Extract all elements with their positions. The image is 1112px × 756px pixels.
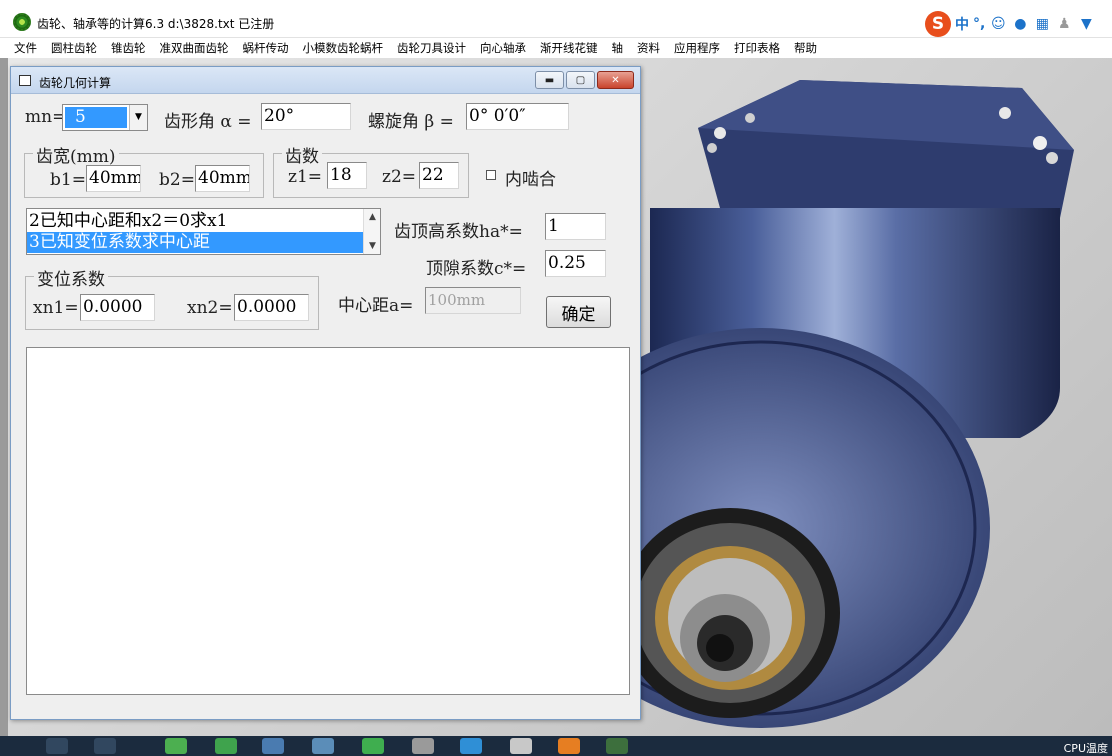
maximize-button[interactable]: ▢ bbox=[566, 71, 595, 89]
menu-item-data[interactable]: 资料 bbox=[637, 40, 660, 56]
app-titlebar: 齿轮、轴承等的计算6.3 d:\3828.txt 已注册 S 中 °, ☺ ● … bbox=[0, 0, 1112, 38]
shirt-icon[interactable]: ▼ bbox=[1077, 15, 1095, 33]
menu-item-help[interactable]: 帮助 bbox=[794, 40, 817, 56]
menu-item-shaft[interactable]: 轴 bbox=[612, 40, 624, 56]
menu-item-involute-spline[interactable]: 渐开线花键 bbox=[540, 40, 598, 56]
search-icon[interactable] bbox=[46, 738, 68, 754]
taskbar-app-icon[interactable] bbox=[362, 738, 384, 754]
menu-item-spur-gear[interactable]: 圆柱齿轮 bbox=[51, 40, 97, 56]
b2-field[interactable]: 40mm bbox=[195, 165, 250, 192]
ime-mode-toggle[interactable]: 中 bbox=[955, 14, 969, 34]
ime-toolbar[interactable]: S 中 °, ☺ ● ▦ ♟ ▼ bbox=[925, 10, 1095, 38]
dialog-title: 齿轮几何计算 bbox=[39, 76, 112, 90]
helix-angle-field[interactable]: 0° 0′0″ bbox=[466, 103, 569, 130]
ime-punct-toggle[interactable]: °, bbox=[973, 16, 985, 32]
z2-label: z2= bbox=[382, 167, 417, 187]
internal-mesh-label[interactable]: 内啮合 bbox=[505, 165, 556, 190]
helix-angle-label: 螺旋角 β = bbox=[368, 112, 454, 132]
list-scrollbar[interactable]: ▲ ▼ bbox=[363, 209, 380, 254]
face-width-group-title: 齿宽(mm) bbox=[33, 142, 119, 167]
window-icon bbox=[19, 75, 31, 86]
task-view-icon[interactable] bbox=[94, 738, 116, 754]
cpu-temperature-label: CPU温度 bbox=[1063, 742, 1108, 755]
taskbar-app-icon[interactable] bbox=[510, 738, 532, 754]
dialog-titlebar[interactable]: 齿轮几何计算 ▬ ▢ ✕ bbox=[11, 67, 640, 94]
gear-geometry-dialog: 齿轮几何计算 ▬ ▢ ✕ mn= 5 ▼ 齿形角 α = 20° 螺旋角 β =… bbox=[10, 66, 641, 720]
user-icon[interactable]: ♟ bbox=[1055, 15, 1073, 33]
menu-item-applications[interactable]: 应用程序 bbox=[674, 40, 720, 56]
list-item[interactable]: 2已知中心距和x2＝0求x1 bbox=[27, 211, 363, 232]
taskbar-app-icon[interactable] bbox=[460, 738, 482, 754]
xn2-field[interactable]: 0.0000 bbox=[234, 294, 309, 321]
taskbar-app-icon[interactable] bbox=[262, 738, 284, 754]
calc-mode-list[interactable]: 2已知中心距和x2＝0求x1 3已知变位系数求中心距 ▲ ▼ bbox=[26, 208, 381, 255]
xn1-field[interactable]: 0.0000 bbox=[80, 294, 155, 321]
mic-icon[interactable]: ● bbox=[1011, 15, 1029, 33]
taskbar: CPU温度 bbox=[0, 736, 1112, 756]
z1-label: z1= bbox=[288, 167, 323, 187]
menu-item-worm-drive[interactable]: 蜗杆传动 bbox=[243, 40, 289, 56]
gear-app-taskbar-icon[interactable] bbox=[606, 738, 628, 754]
menu-item-bevel-gear[interactable]: 锥齿轮 bbox=[111, 40, 146, 56]
result-output-area[interactable] bbox=[26, 347, 630, 695]
z1-field[interactable]: 18 bbox=[327, 162, 367, 189]
taskbar-app-icon[interactable] bbox=[412, 738, 434, 754]
menu-item-radial-bearing[interactable]: 向心轴承 bbox=[480, 40, 526, 56]
center-distance-label: 中心距a= bbox=[338, 296, 414, 316]
chevron-down-icon[interactable]: ▼ bbox=[129, 105, 147, 130]
menu-bar: 文件 圆柱齿轮 锥齿轮 准双曲面齿轮 蜗杆传动 小模数齿轮蜗杆 齿轮刀具设计 向… bbox=[0, 38, 1112, 58]
menu-item-small-module[interactable]: 小模数齿轮蜗杆 bbox=[303, 40, 384, 56]
z2-field[interactable]: 22 bbox=[419, 162, 459, 189]
menu-item-print-table[interactable]: 打印表格 bbox=[734, 40, 780, 56]
smile-icon[interactable]: ☺ bbox=[989, 15, 1007, 33]
gear-app-icon bbox=[13, 13, 31, 31]
motor-image bbox=[640, 58, 1112, 736]
shift-coefficient-group-title: 变位系数 bbox=[34, 265, 108, 290]
ok-button[interactable]: 确定 bbox=[546, 296, 611, 328]
background-window-edge bbox=[0, 58, 8, 736]
menu-item-gear-tools[interactable]: 齿轮刀具设计 bbox=[397, 40, 466, 56]
b2-label: b2= bbox=[159, 170, 195, 190]
xn2-label: xn2= bbox=[187, 298, 233, 318]
pressure-angle-field[interactable]: 20° bbox=[261, 103, 351, 130]
taskbar-app-icon[interactable] bbox=[558, 738, 580, 754]
taskbar-app-icon[interactable] bbox=[312, 738, 334, 754]
b1-label: b1= bbox=[50, 170, 86, 190]
addendum-label: 齿顶高系数ha*= bbox=[394, 222, 523, 242]
clearance-field[interactable]: 0.25 bbox=[545, 250, 606, 277]
mn-label: mn= bbox=[25, 107, 67, 127]
taskbar-app-icon[interactable] bbox=[165, 738, 187, 754]
app-title: 齿轮、轴承等的计算6.3 d:\3828.txt 已注册 bbox=[37, 17, 275, 31]
mn-selected-value: 5 bbox=[65, 107, 127, 128]
list-item-selected[interactable]: 3已知变位系数求中心距 bbox=[27, 232, 363, 253]
chevron-up-icon[interactable]: ▲ bbox=[364, 209, 380, 225]
pressure-angle-label: 齿形角 α = bbox=[164, 112, 252, 132]
menu-item-hypoid-gear[interactable]: 准双曲面齿轮 bbox=[160, 40, 229, 56]
wechat-icon[interactable] bbox=[215, 738, 237, 754]
addendum-field[interactable]: 1 bbox=[545, 213, 606, 240]
xn1-label: xn1= bbox=[33, 298, 79, 318]
mn-select[interactable]: 5 ▼ bbox=[62, 104, 148, 131]
menu-item-file[interactable]: 文件 bbox=[14, 40, 37, 56]
chevron-down-icon[interactable]: ▼ bbox=[364, 238, 380, 254]
minimize-button[interactable]: ▬ bbox=[535, 71, 564, 89]
b1-field[interactable]: 40mm bbox=[86, 165, 141, 192]
close-button[interactable]: ✕ bbox=[597, 71, 634, 89]
center-distance-field: 100mm bbox=[425, 287, 521, 314]
clearance-label: 顶隙系数c*= bbox=[426, 259, 527, 279]
teeth-group-title: 齿数 bbox=[282, 142, 322, 167]
keyboard-icon[interactable]: ▦ bbox=[1033, 15, 1051, 33]
sogou-logo-icon[interactable]: S bbox=[925, 11, 951, 37]
internal-mesh-checkbox[interactable] bbox=[486, 170, 496, 180]
